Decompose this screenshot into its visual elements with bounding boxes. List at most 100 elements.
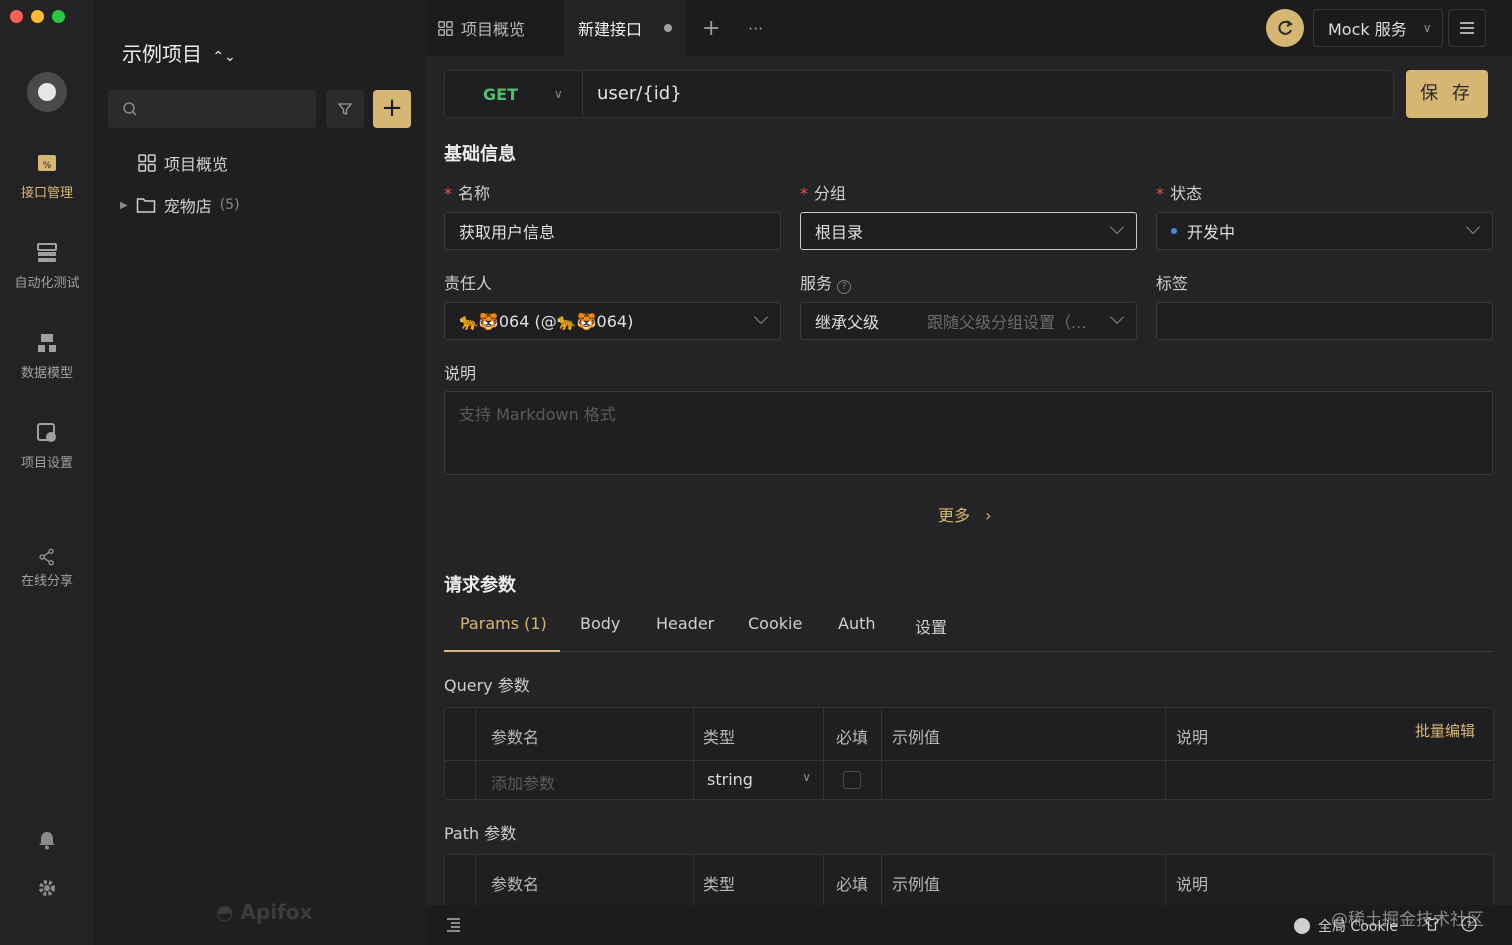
gear-icon[interactable] <box>37 878 57 898</box>
refresh-icon <box>1278 20 1293 35</box>
add-item-button[interactable]: + <box>373 90 411 128</box>
tree-item-overview[interactable]: 项目概览 <box>138 151 228 175</box>
tab-header[interactable]: Header <box>656 614 714 633</box>
sync-button[interactable] <box>1266 9 1304 47</box>
col-example: 示例值 <box>892 875 941 894</box>
add-param-input[interactable]: 添加参数 <box>491 770 555 794</box>
mock-service-dropdown[interactable]: Mock 服务 ∨ <box>1313 9 1443 47</box>
owner-value: 🐆🐯064 (@🐆🐯064) <box>459 311 634 331</box>
tab-body[interactable]: Body <box>580 614 620 633</box>
tab-params[interactable]: Params (1) <box>460 614 547 633</box>
batch-edit-button[interactable]: 批量编辑 <box>1415 720 1475 741</box>
tree-item-pet-store[interactable]: ▶ 宠物店 (5) <box>120 193 240 217</box>
folder-icon <box>136 198 155 213</box>
tags-input[interactable] <box>1156 302 1493 340</box>
query-params-title: Query 参数 <box>444 676 530 695</box>
nav-item-data-model[interactable]: 数据模型 <box>0 332 94 381</box>
outline-toggle-icon[interactable] <box>446 917 461 932</box>
tree-item-label: 宠物店 <box>163 197 212 216</box>
project-settings-icon <box>37 423 56 442</box>
owner-label: 责任人 <box>444 274 493 293</box>
tab-label: 项目概览 <box>461 20 526 39</box>
name-field[interactable]: 获取用户信息 <box>444 212 781 250</box>
data-model-icon <box>38 334 56 352</box>
add-tab-button[interactable]: + <box>702 0 720 56</box>
col-required: 必填 <box>836 875 869 894</box>
avatar[interactable] <box>27 72 67 112</box>
col-required: 必填 <box>836 728 869 747</box>
api-icon: % <box>38 155 56 171</box>
nav-label: 数据模型 <box>20 366 73 381</box>
tags-label: 标签 <box>1156 274 1189 293</box>
method-select[interactable]: GET ∨ <box>445 71 583 117</box>
col-param-name: 参数名 <box>491 875 540 894</box>
filter-button[interactable] <box>326 90 364 128</box>
project-switcher[interactable]: 示例项目 ⌃⌄ <box>122 38 236 67</box>
share-icon <box>39 548 54 566</box>
required-checkbox[interactable] <box>843 771 861 789</box>
tab-cookie[interactable]: Cookie <box>748 614 802 633</box>
brand-logo: ◓ Apifox <box>216 900 313 924</box>
status-value: 开发中 <box>1187 223 1236 242</box>
chevron-down-icon <box>1109 309 1125 325</box>
tree-item-count: (5) <box>219 197 240 213</box>
nav-item-automation[interactable]: 自动化测试 <box>0 242 94 291</box>
expand-caret-icon[interactable]: ▶ <box>120 200 128 211</box>
nav-rail: % 接口管理 自动化测试 数据模型 项目设置 在线分享 <box>0 0 94 945</box>
shirt-icon[interactable] <box>1424 916 1440 932</box>
zoom-window-button[interactable] <box>52 10 65 23</box>
save-button[interactable]: 保 存 <box>1406 70 1488 118</box>
tab-settings[interactable]: 设置 <box>915 614 947 638</box>
help-icon[interactable]: ? <box>837 280 852 294</box>
type-select[interactable]: string ∨ <box>707 770 811 789</box>
chevron-down-icon: ∨ <box>553 87 563 101</box>
status-select[interactable]: 开发中 <box>1156 212 1493 250</box>
tree-item-label: 项目概览 <box>164 155 229 174</box>
nav-item-api[interactable]: % 接口管理 <box>0 152 94 201</box>
service-hint: 跟随父级分组设置（... <box>927 313 1087 332</box>
filter-icon <box>337 103 353 115</box>
description-placeholder: 支持 Markdown 格式 <box>459 405 616 424</box>
col-description: 说明 <box>1176 728 1209 747</box>
nav-label: 在线分享 <box>20 574 73 589</box>
description-textarea[interactable]: 支持 Markdown 格式 <box>444 391 1493 475</box>
menu-button[interactable] <box>1448 9 1486 47</box>
status-dot <box>1171 228 1177 234</box>
nav-item-share[interactable]: 在线分享 <box>0 548 94 589</box>
grid-icon <box>138 154 156 172</box>
cookie-label: 全局 Cookie <box>1318 919 1398 935</box>
method-value: GET <box>483 84 518 104</box>
param-tabs: Params (1) Body Header Cookie Auth 设置 <box>444 606 1494 652</box>
minimize-window-button[interactable] <box>31 10 44 23</box>
url-input[interactable]: user/{id} <box>597 83 682 104</box>
tab-auth[interactable]: Auth <box>838 614 876 633</box>
window-controls <box>10 10 65 23</box>
api-editor: GET ∨ user/{id} 保 存 基础信息 * 名称 * 分组 * 状态 获取用… <box>426 56 1512 945</box>
name-value: 获取用户信息 <box>459 223 556 242</box>
owner-select[interactable]: 🐆🐯064 (@🐆🐯064) <box>444 302 781 340</box>
automation-icon <box>37 243 57 262</box>
group-label: * 分组 <box>800 184 847 203</box>
tree-search-input[interactable] <box>108 90 316 128</box>
more-tabs-button[interactable]: ··· <box>748 0 763 56</box>
group-select[interactable]: 根目录 <box>800 212 1137 250</box>
more-toggle[interactable]: 更多 › <box>938 502 992 526</box>
request-params-title: 请求参数 <box>444 575 516 596</box>
project-title: 示例项目 <box>122 42 202 66</box>
tab-new-api[interactable]: 新建接口 <box>564 0 686 56</box>
request-bar: GET ∨ user/{id} <box>444 70 1394 118</box>
nav-item-project-settings[interactable]: 项目设置 <box>0 422 94 471</box>
tab-project-overview[interactable]: 项目概览 <box>426 0 564 56</box>
chevron-down-icon <box>1109 219 1125 235</box>
help-icon[interactable]: ? <box>1461 916 1477 932</box>
hamburger-icon <box>1460 22 1474 34</box>
col-type: 类型 <box>703 875 736 894</box>
bell-icon[interactable] <box>37 830 57 850</box>
service-select[interactable]: 继承父级 跟随父级分组设置（... <box>800 302 1137 340</box>
path-params-title: Path 参数 <box>444 824 517 843</box>
col-example: 示例值 <box>892 728 941 747</box>
close-window-button[interactable] <box>10 10 23 23</box>
cookie-icon <box>1294 918 1310 934</box>
global-cookie-button[interactable]: 全局 Cookie <box>1294 916 1398 936</box>
chevron-down-icon <box>753 309 769 325</box>
